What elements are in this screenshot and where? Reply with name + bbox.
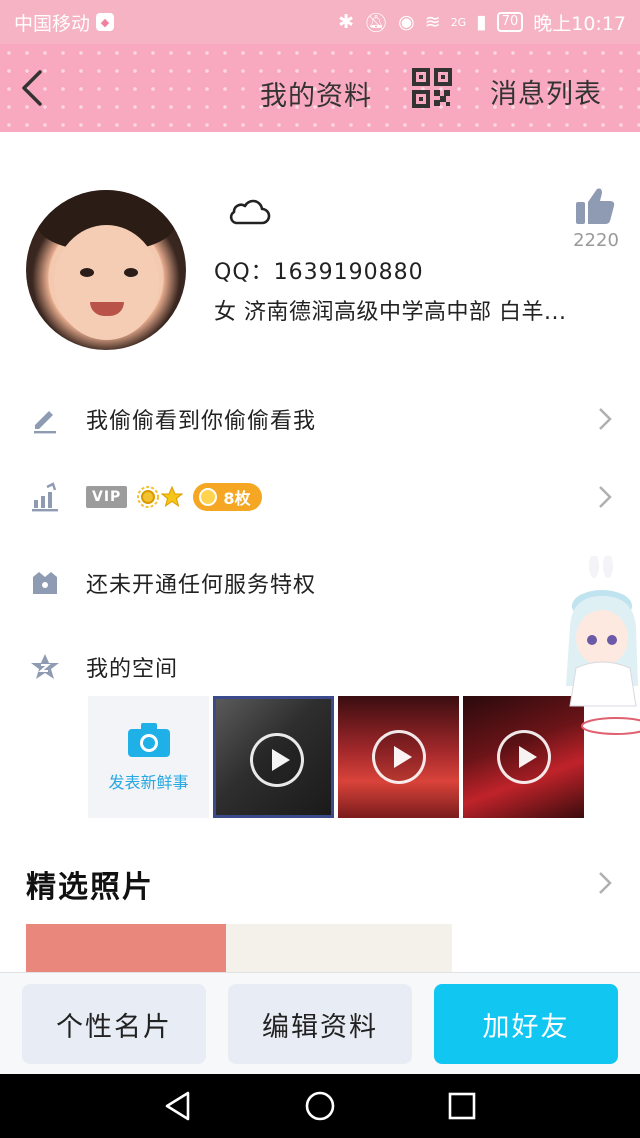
add-friend-button[interactable]: 加好友 xyxy=(434,984,618,1064)
chevron-right-icon xyxy=(599,486,612,508)
avatar[interactable] xyxy=(26,190,186,350)
space-text: 我的空间 xyxy=(86,657,179,682)
level-icons xyxy=(137,486,184,508)
post-new-button[interactable]: 发表新鲜事 xyxy=(88,696,209,818)
coin-badge: 8枚 xyxy=(193,483,263,511)
qr-code-icon xyxy=(412,68,452,108)
coin-count: 8枚 xyxy=(223,489,251,508)
system-nav-bar xyxy=(0,1074,640,1138)
mute-icon: 🔕︎ xyxy=(364,11,389,34)
page-title: 我的资料 xyxy=(260,81,372,112)
profile-card-button[interactable]: 个性名片 xyxy=(22,984,206,1064)
like-count: 2220 xyxy=(573,230,619,251)
chart-up-icon xyxy=(28,480,62,514)
bluetooth-icon: ✱ xyxy=(338,11,355,33)
space-row[interactable]: 我的空间 xyxy=(0,632,640,702)
header: 我的资料 消息列表 xyxy=(0,44,640,132)
star-level-icon xyxy=(161,486,184,508)
post-new-label: 发表新鲜事 xyxy=(108,773,189,792)
vip-badges: VIP 8枚 xyxy=(86,483,263,511)
space-thumbnails: 发表新鲜事 xyxy=(88,696,584,818)
play-icon xyxy=(250,733,304,787)
avatar-eye-left xyxy=(80,268,94,277)
carrier: 中国移动 ◆ xyxy=(14,9,115,36)
back-icon xyxy=(22,70,42,106)
space-video-thumbnail[interactable] xyxy=(338,696,459,818)
service-text: 还未开通任何服务特权 xyxy=(86,573,317,598)
signal-icon: ▮ xyxy=(476,11,487,33)
nav-home-icon[interactable] xyxy=(302,1088,338,1124)
featured-photo-paper xyxy=(226,924,452,974)
bottom-action-bar: 个性名片 编辑资料 加好友 xyxy=(0,972,640,1074)
chevron-right-icon xyxy=(599,408,612,430)
cloud-icon[interactable] xyxy=(226,198,272,228)
vip-tag: VIP xyxy=(86,486,128,508)
play-icon xyxy=(372,730,426,784)
nav-recent-icon[interactable] xyxy=(444,1088,480,1124)
qr-code-button[interactable] xyxy=(412,68,452,108)
qq-number: QQ：1639190880 xyxy=(214,260,424,285)
like-button[interactable] xyxy=(572,186,620,226)
edit-profile-button[interactable]: 编辑资料 xyxy=(228,984,412,1064)
star-space-icon xyxy=(28,650,62,684)
back-button[interactable] xyxy=(12,64,52,112)
hd-icon: ◆ xyxy=(96,13,115,31)
battery-level: 70 xyxy=(496,12,524,32)
chevron-right-icon[interactable] xyxy=(596,870,614,896)
network-type: 2G xyxy=(450,15,467,29)
avatar-eye-right xyxy=(124,268,138,277)
featured-photo[interactable] xyxy=(26,924,452,974)
profile-info: 女 济南德润高级中学高中部 白羊... xyxy=(214,300,567,325)
signature-text: 我偷偷看到你偷偷看我 xyxy=(86,409,317,434)
crown-box-icon xyxy=(28,566,62,600)
pencil-icon xyxy=(28,402,62,436)
avatar-face xyxy=(54,225,159,340)
wifi-icon: ≋ xyxy=(424,11,441,33)
signature-row[interactable]: 我偷偷看到你偷偷看我 xyxy=(0,384,640,454)
coin-icon xyxy=(199,488,218,506)
eye-icon: ◉ xyxy=(398,11,415,33)
sun-level-icon xyxy=(137,486,160,508)
clock: 晚上10:17 xyxy=(533,12,626,35)
camera-icon xyxy=(127,723,170,757)
play-icon xyxy=(497,730,551,784)
thumbs-up-icon xyxy=(576,188,615,224)
space-video-thumbnail[interactable] xyxy=(213,696,334,818)
status-icons: ✱ 🔕︎ ◉ ≋ 2G ▮ 70 晚上10:17 xyxy=(338,9,626,36)
vip-row[interactable]: VIP 8枚 xyxy=(0,462,640,532)
message-list-link[interactable]: 消息列表 xyxy=(490,72,602,111)
featured-title: 精选照片 xyxy=(26,870,154,905)
service-row[interactable]: 还未开通任何服务特权 xyxy=(0,548,640,618)
nav-back-icon[interactable] xyxy=(160,1088,196,1124)
status-bar: 中国移动 ◆ ✱ 🔕︎ ◉ ≋ 2G ▮ 70 晚上10:17 xyxy=(0,0,640,44)
carrier-name: 中国移动 xyxy=(14,12,91,35)
mascot-character[interactable] xyxy=(556,556,640,746)
